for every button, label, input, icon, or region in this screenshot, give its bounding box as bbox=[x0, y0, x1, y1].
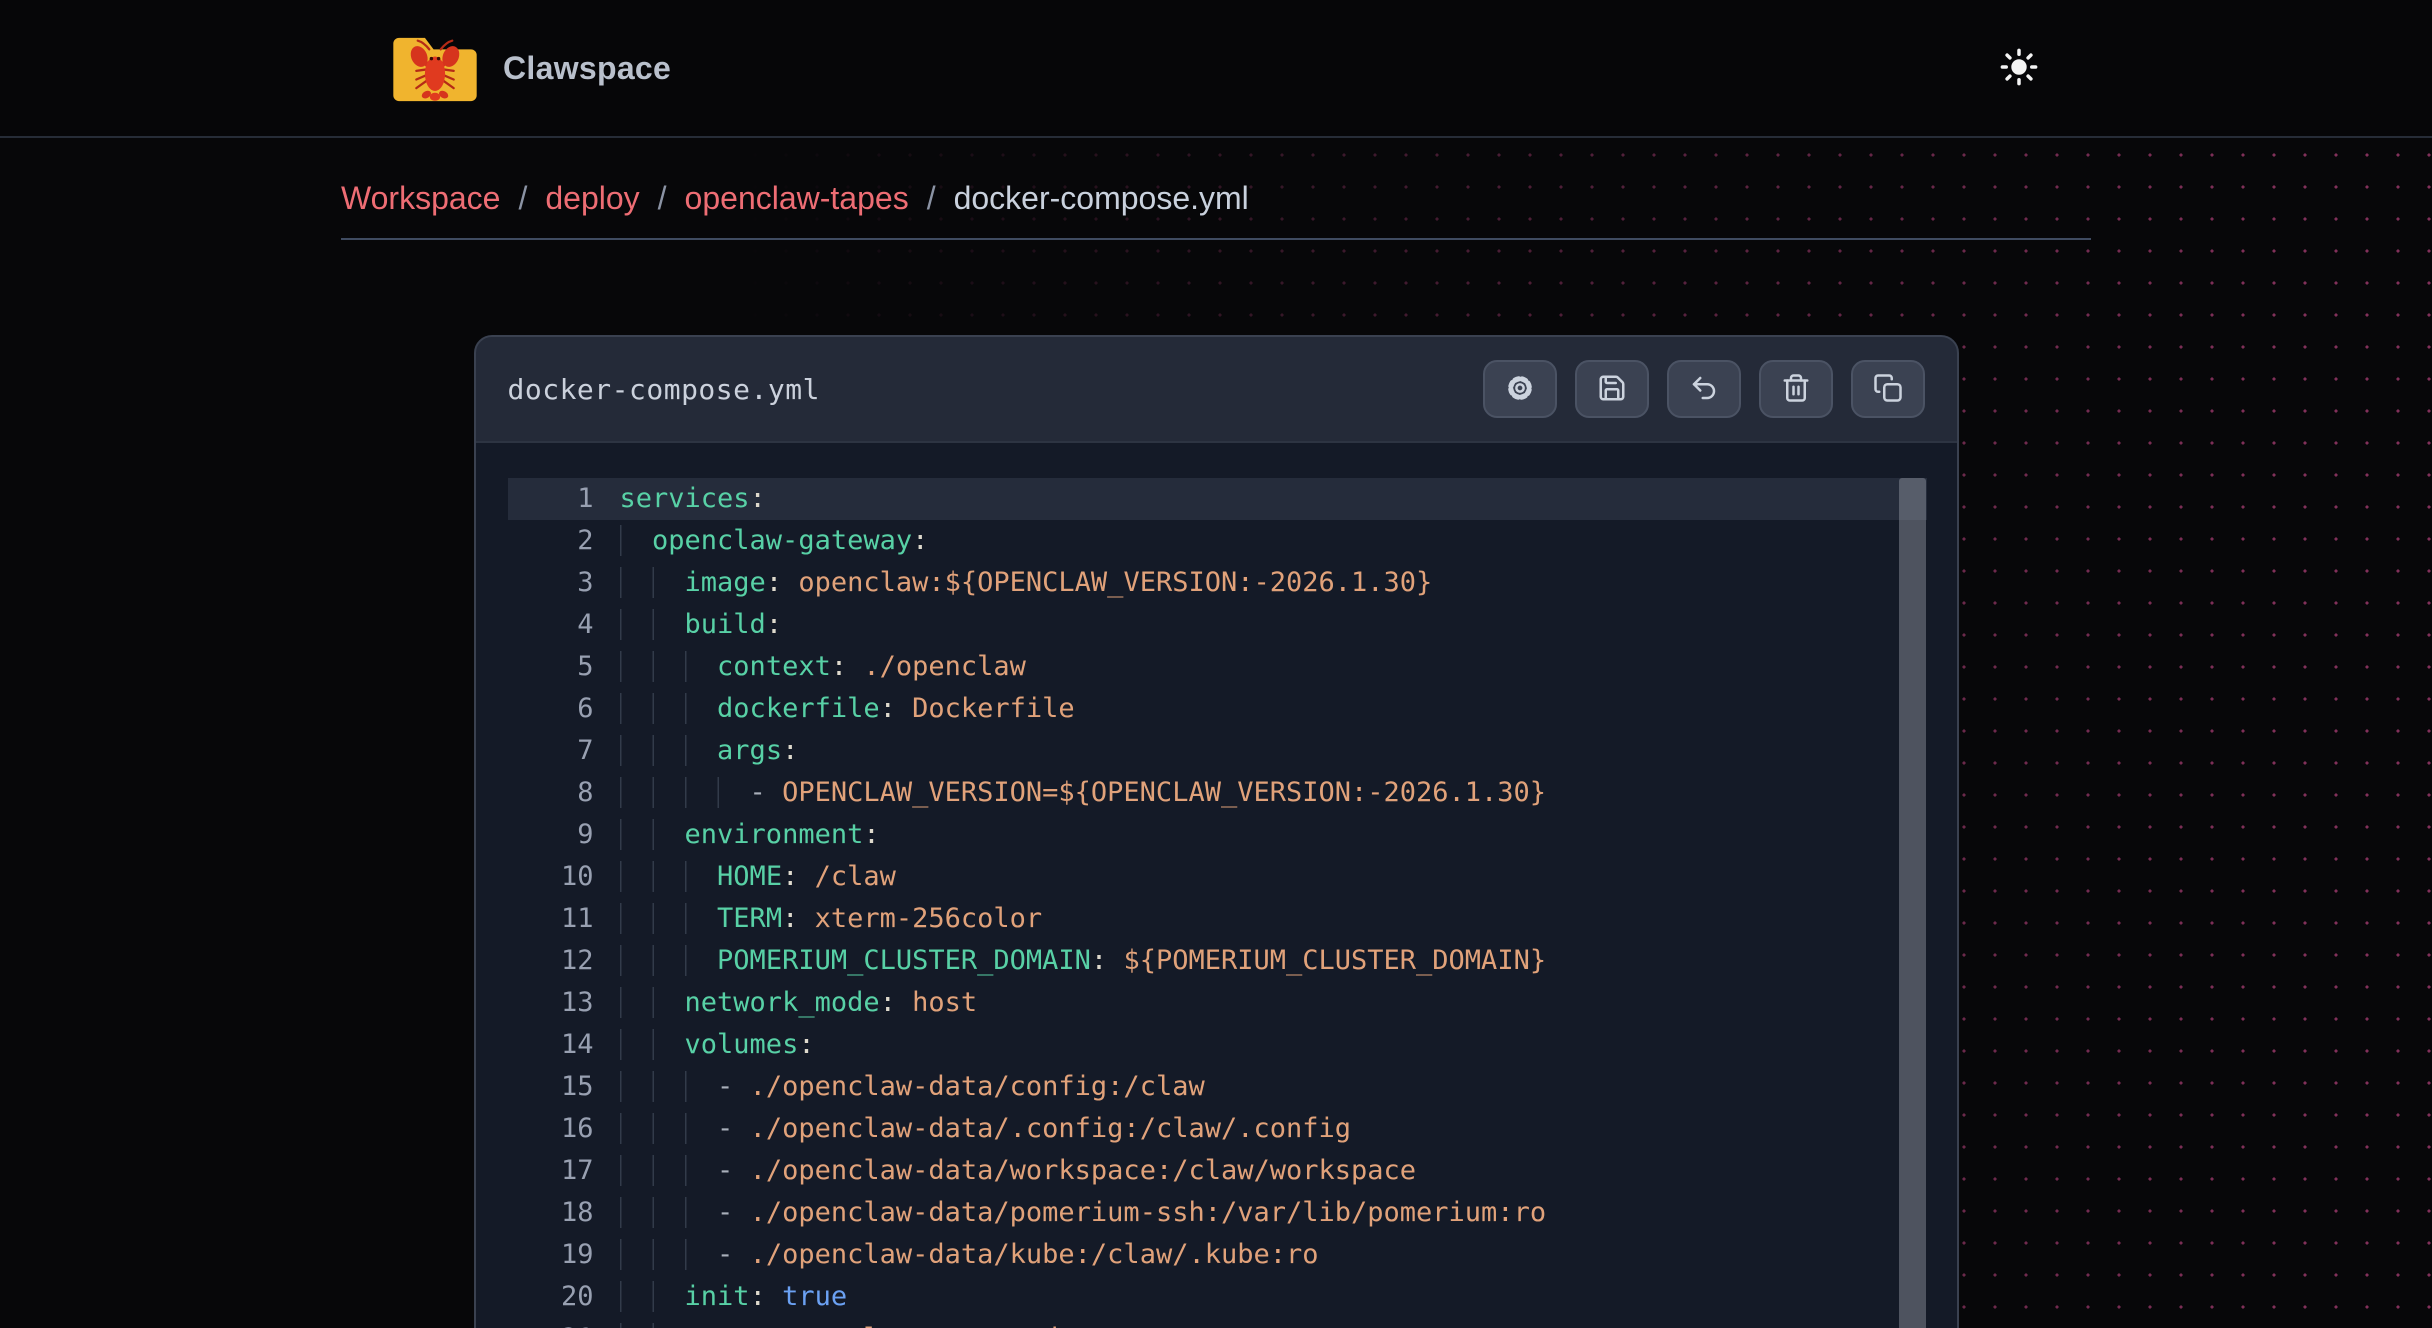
code-line[interactable]: 14 volumes: bbox=[508, 1024, 1927, 1066]
breadcrumb-separator: / bbox=[518, 174, 527, 222]
code-text: TERM: xterm-256color bbox=[620, 898, 1043, 940]
line-number: 3 bbox=[508, 562, 620, 604]
code-text: context: ./openclaw bbox=[620, 646, 1026, 688]
code-line[interactable]: 18 - ./openclaw-data/pomerium-ssh:/var/l… bbox=[508, 1192, 1927, 1234]
line-number: 6 bbox=[508, 688, 620, 730]
code-line[interactable]: 9 environment: bbox=[508, 814, 1927, 856]
code-text: environment: bbox=[620, 814, 880, 856]
app-title: Clawspace bbox=[503, 50, 671, 87]
line-number: 18 bbox=[508, 1192, 620, 1234]
breadcrumb-item-current-file: docker-compose.yml bbox=[954, 174, 1249, 222]
line-number: 20 bbox=[508, 1276, 620, 1318]
breadcrumb-separator: / bbox=[658, 174, 667, 222]
copy-button[interactable] bbox=[1851, 360, 1925, 418]
code-line[interactable]: 15 - ./openclaw-data/config:/claw bbox=[508, 1066, 1927, 1108]
code-text: network_mode: host bbox=[620, 982, 978, 1024]
save-icon bbox=[1597, 373, 1627, 406]
code-line[interactable]: 17 - ./openclaw-data/workspace:/claw/wor… bbox=[508, 1150, 1927, 1192]
code-text: HOME: /claw bbox=[620, 856, 896, 898]
code-line[interactable]: 6 dockerfile: Dockerfile bbox=[508, 688, 1927, 730]
code-lines: 1services:2 openclaw-gateway:3 image: op… bbox=[508, 478, 1927, 1328]
code-text: dockerfile: Dockerfile bbox=[620, 688, 1075, 730]
code-text: init: true bbox=[620, 1276, 848, 1318]
breadcrumb-item-deploy[interactable]: deploy bbox=[545, 174, 639, 222]
code-line[interactable]: 20 init: true bbox=[508, 1276, 1927, 1318]
code-text: POMERIUM_CLUSTER_DOMAIN: ${POMERIUM_CLUS… bbox=[620, 940, 1547, 982]
line-number: 5 bbox=[508, 646, 620, 688]
code-text: - ./openclaw-data/pomerium-ssh:/var/lib/… bbox=[620, 1192, 1547, 1234]
breadcrumb-divider bbox=[341, 238, 2091, 240]
breadcrumb-item-openclaw-tapes[interactable]: openclaw-tapes bbox=[685, 174, 909, 222]
file-card: docker-compose.yml bbox=[474, 335, 1959, 1328]
line-number: 13 bbox=[508, 982, 620, 1024]
editor-scrollbar[interactable] bbox=[1899, 478, 1926, 1328]
code-editor[interactable]: 1services:2 openclaw-gateway:3 image: op… bbox=[476, 443, 1957, 1328]
gear-icon bbox=[1505, 373, 1535, 406]
breadcrumb-item-workspace[interactable]: Workspace bbox=[341, 174, 500, 222]
code-text: - ./openclaw-data/config:/claw bbox=[620, 1066, 1205, 1108]
theme-toggle-button[interactable] bbox=[1995, 44, 2043, 92]
file-card-header: docker-compose.yml bbox=[476, 337, 1957, 443]
code-text: - ./openclaw-data/kube:/claw/.kube:ro bbox=[620, 1234, 1319, 1276]
line-number: 19 bbox=[508, 1234, 620, 1276]
save-button[interactable] bbox=[1575, 360, 1649, 418]
file-title: docker-compose.yml bbox=[508, 373, 820, 406]
delete-button[interactable] bbox=[1759, 360, 1833, 418]
line-number: 10 bbox=[508, 856, 620, 898]
line-number: 1 bbox=[508, 478, 620, 520]
undo-button[interactable] bbox=[1667, 360, 1741, 418]
code-line[interactable]: 3 image: openclaw:${OPENCLAW_VERSION:-20… bbox=[508, 562, 1927, 604]
lobster-folder-icon bbox=[389, 32, 481, 104]
code-text: - OPENCLAW_VERSION=${OPENCLAW_VERSION:-2… bbox=[620, 772, 1547, 814]
code-text: args: bbox=[620, 730, 799, 772]
app-logo[interactable]: Clawspace bbox=[389, 32, 671, 104]
code-line[interactable]: 12 POMERIUM_CLUSTER_DOMAIN: ${POMERIUM_C… bbox=[508, 940, 1927, 982]
line-number: 9 bbox=[508, 814, 620, 856]
code-text: image: openclaw:${OPENCLAW_VERSION:-2026… bbox=[620, 562, 1433, 604]
copy-icon bbox=[1873, 373, 1903, 406]
trash-icon bbox=[1781, 373, 1811, 406]
code-line[interactable]: 10 HOME: /claw bbox=[508, 856, 1927, 898]
code-text: build: bbox=[620, 604, 783, 646]
file-toolbar bbox=[1483, 360, 1925, 418]
line-number: 15 bbox=[508, 1066, 620, 1108]
settings-button[interactable] bbox=[1483, 360, 1557, 418]
code-line[interactable]: 4 build: bbox=[508, 604, 1927, 646]
code-line[interactable]: 13 network_mode: host bbox=[508, 982, 1927, 1024]
line-number: 14 bbox=[508, 1024, 620, 1066]
code-text: restart: unless-stopped bbox=[620, 1318, 1059, 1328]
line-number: 16 bbox=[508, 1108, 620, 1150]
breadcrumb-separator: / bbox=[927, 174, 936, 222]
code-text: volumes: bbox=[620, 1024, 815, 1066]
code-line[interactable]: 19 - ./openclaw-data/kube:/claw/.kube:ro bbox=[508, 1234, 1927, 1276]
line-number: 7 bbox=[508, 730, 620, 772]
breadcrumb: Workspace / deploy / openclaw-tapes / do… bbox=[341, 174, 2091, 222]
line-number: 11 bbox=[508, 898, 620, 940]
line-number: 17 bbox=[508, 1150, 620, 1192]
code-line[interactable]: 5 context: ./openclaw bbox=[508, 646, 1927, 688]
code-line[interactable]: 7 args: bbox=[508, 730, 1927, 772]
code-line[interactable]: 11 TERM: xterm-256color bbox=[508, 898, 1927, 940]
code-text: - ./openclaw-data/workspace:/claw/worksp… bbox=[620, 1150, 1417, 1192]
app-header: Clawspace bbox=[0, 0, 2432, 138]
code-text: openclaw-gateway: bbox=[620, 520, 929, 562]
line-number: 8 bbox=[508, 772, 620, 814]
code-line[interactable]: 21 restart: unless-stopped bbox=[508, 1318, 1927, 1328]
code-text: - ./openclaw-data/.config:/claw/.config bbox=[620, 1108, 1352, 1150]
line-number: 21 bbox=[508, 1318, 620, 1328]
code-line[interactable]: 16 - ./openclaw-data/.config:/claw/.conf… bbox=[508, 1108, 1927, 1150]
line-number: 2 bbox=[508, 520, 620, 562]
line-number: 12 bbox=[508, 940, 620, 982]
sun-icon bbox=[1998, 46, 2040, 91]
code-text: services: bbox=[620, 478, 766, 520]
code-line[interactable]: 1services: bbox=[508, 478, 1927, 520]
undo-icon bbox=[1689, 373, 1719, 406]
line-number: 4 bbox=[508, 604, 620, 646]
code-line[interactable]: 8 - OPENCLAW_VERSION=${OPENCLAW_VERSION:… bbox=[508, 772, 1927, 814]
code-line[interactable]: 2 openclaw-gateway: bbox=[508, 520, 1927, 562]
